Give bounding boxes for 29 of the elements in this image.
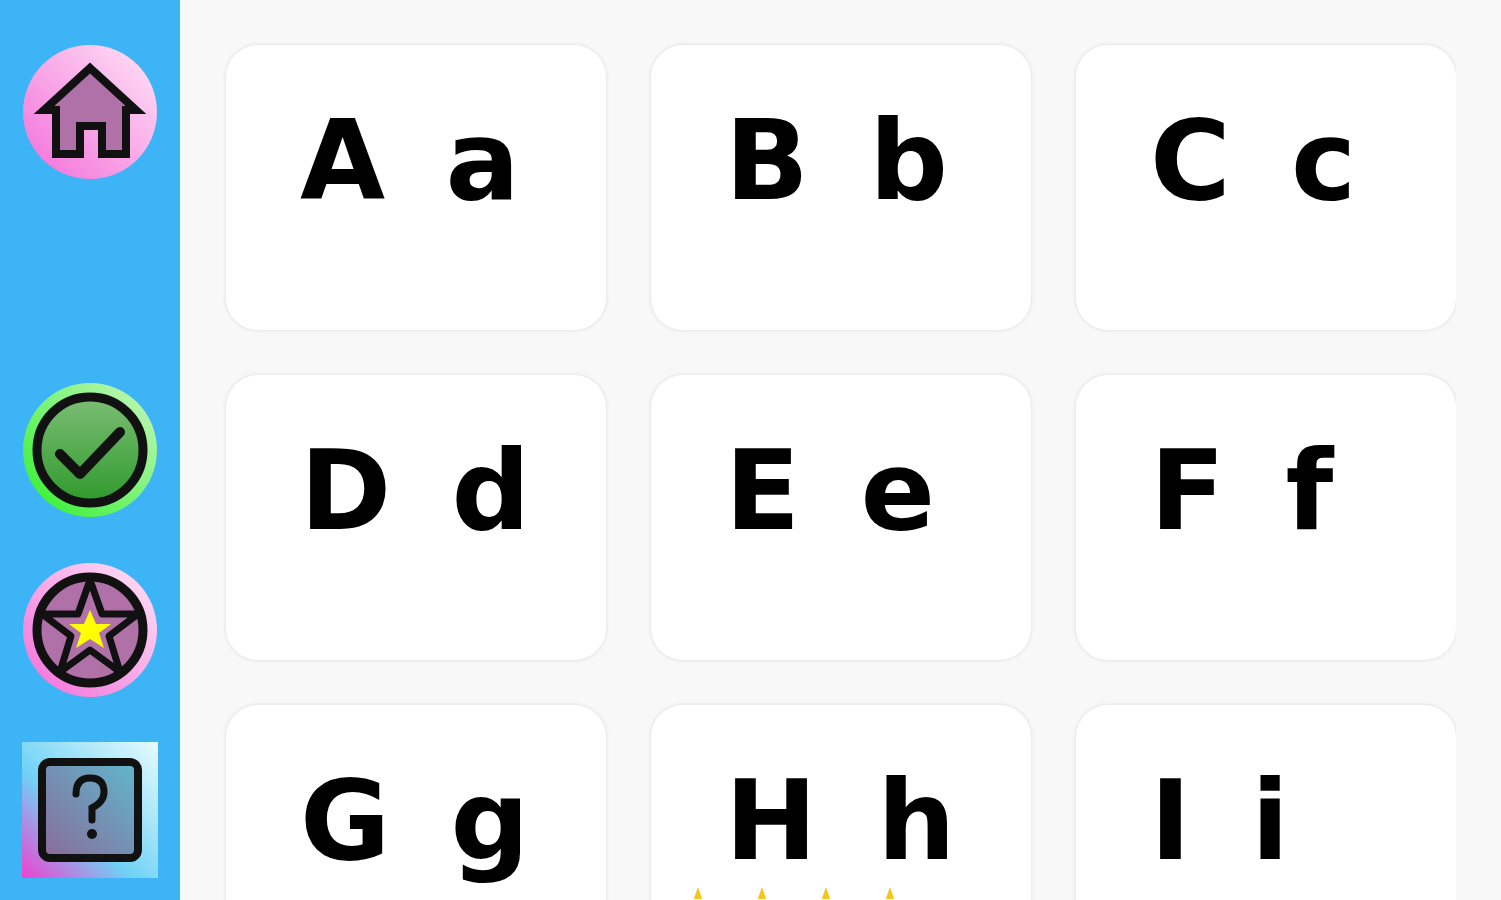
- star-icon: [885, 887, 895, 899]
- letter-card[interactable]: C c: [1076, 45, 1456, 330]
- letter-pair: F f: [1150, 426, 1334, 557]
- letter-pair: H h: [725, 756, 956, 887]
- star-icon: [693, 887, 703, 899]
- letter-card[interactable]: A a: [226, 45, 606, 330]
- letter-card[interactable]: E e: [651, 375, 1031, 660]
- letter-pair: A a: [300, 96, 520, 227]
- checkmark-icon: [22, 382, 158, 518]
- star-icon: [821, 887, 831, 899]
- letter-pair: I i: [1150, 756, 1289, 887]
- letter-pair: G g: [300, 756, 530, 887]
- help-button[interactable]: [22, 742, 158, 878]
- letter-card[interactable]: B b: [651, 45, 1031, 330]
- home-icon: [22, 44, 158, 180]
- check-button[interactable]: [22, 382, 158, 518]
- letter-card[interactable]: F f: [1076, 375, 1456, 660]
- letter-pair: C c: [1150, 96, 1357, 227]
- letter-pair: B b: [725, 96, 948, 227]
- star-icon: [757, 887, 767, 899]
- question-mark-icon: [22, 742, 158, 878]
- home-button[interactable]: [22, 44, 158, 180]
- star-button[interactable]: [22, 562, 158, 698]
- letter-card[interactable]: H h: [651, 705, 1031, 900]
- letter-pair: E e: [725, 426, 936, 557]
- letter-card[interactable]: I i: [1076, 705, 1456, 900]
- letter-card[interactable]: D d: [226, 375, 606, 660]
- letter-card[interactable]: G g: [226, 705, 606, 900]
- letter-pair: D d: [300, 426, 531, 557]
